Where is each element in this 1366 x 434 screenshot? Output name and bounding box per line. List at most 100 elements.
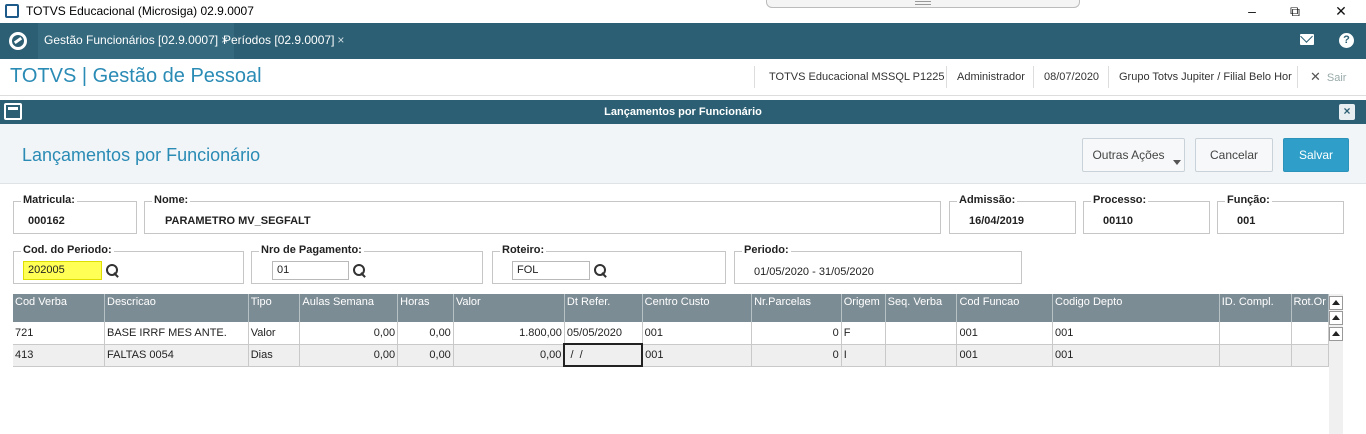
funcao-value: 001 [1237,215,1256,227]
close-window-button[interactable]: ✕ [1331,2,1351,20]
grid-cell[interactable]: I [841,344,886,367]
grid-cell[interactable]: 001 [642,322,753,345]
grid-cell[interactable]: 0,00 [397,322,454,345]
column-header[interactable]: Horas [397,294,454,322]
column-header[interactable]: Dt Refer. [564,294,643,322]
grid-cell[interactable]: F [841,322,886,345]
admissao-value: 16/04/2019 [969,215,1025,227]
grid-cell[interactable]: 0,00 [299,322,399,345]
column-header[interactable]: Rot.Or [1291,294,1329,322]
grid-cell[interactable] [1291,322,1329,345]
scroll-up-icon[interactable] [1329,327,1343,341]
exit-label: Sair [1326,72,1347,84]
scroll-top-icon[interactable] [1329,296,1343,310]
mail-icon[interactable] [1300,34,1314,45]
grid-vertical-scrollbar[interactable] [1329,294,1343,434]
column-header[interactable]: ID. Compl. [1219,294,1292,322]
app-icon [5,4,19,18]
totvs-logo-icon[interactable] [9,32,27,50]
column-header[interactable]: Tipo [248,294,301,322]
column-header[interactable]: Cod Verba [13,294,105,322]
grid-cell[interactable]: Valor [248,322,301,345]
grid-cell-selected[interactable]: / / [563,343,644,367]
lancamentos-grid: Cod Verba Descricao Tipo Aulas Semana Ho… [13,294,1329,434]
search-icon[interactable] [594,264,608,278]
periodo-label: Periodo: [742,244,791,256]
column-header[interactable]: Aulas Semana [299,294,399,322]
grid-cell[interactable]: 05/05/2020 [564,322,643,345]
snap-grip[interactable] [766,0,1080,8]
dialog-window-icon [4,103,22,120]
funcao-label: Função: [1225,194,1272,206]
table-row[interactable]: 721 BASE IRRF MES ANTE. Valor 0,00 0,00 … [13,322,1329,345]
company-label: Grupo Totvs Jupiter / Filial Belo Hor [1119,71,1292,83]
grid-cell[interactable]: 001 [642,344,753,367]
grid-cell[interactable] [1219,344,1292,367]
grid-cell[interactable]: 001 [956,322,1054,345]
grid-cell[interactable] [885,322,958,345]
nome-label: Nome: [152,194,191,206]
app-brand: TOTVS | Gestão de Pessoal [10,65,262,87]
scroll-page-up-icon[interactable] [1329,311,1343,325]
search-icon[interactable] [353,264,367,278]
column-header[interactable]: Centro Custo [642,294,753,322]
cancel-button[interactable]: Cancelar [1195,138,1273,172]
help-icon[interactable]: ? [1339,33,1354,48]
column-header[interactable]: Cod Funcao [956,294,1054,322]
grid-cell[interactable]: 0 [751,344,842,367]
column-header[interactable]: Codigo Depto [1052,294,1220,322]
restore-button[interactable]: ⧉ [1285,2,1305,20]
grid-cell[interactable]: 721 [13,322,105,345]
grid-cell[interactable] [885,344,958,367]
app-tabbar: Gestão Funcionários [02.9.0007] × Período… [0,23,1366,59]
grid-cell[interactable]: 001 [956,344,1054,367]
grid-cell[interactable]: 0 [751,322,842,345]
dialog-titlebar: Lançamentos por Funcionário × [0,100,1366,124]
grid-cell[interactable]: FALTAS 0054 [104,344,249,367]
grid-cell[interactable]: 001 [1052,322,1220,345]
cod-periodo-field: Cod. do Periodo: 202005 [13,244,244,284]
more-actions-label: Outras Ações [1092,148,1165,162]
matricula-field: Matricula: 000162 [13,194,137,234]
tab-gestao-funcionarios[interactable]: Gestão Funcionários [02.9.0007] × [38,23,235,59]
admissao-label: Admissão: [957,194,1018,206]
grid-header-row: Cod Verba Descricao Tipo Aulas Semana Ho… [13,294,1329,322]
column-header[interactable]: Valor [453,294,565,322]
grid-cell[interactable]: 001 [1052,344,1220,367]
minimize-button[interactable]: – [1242,2,1262,20]
grid-cell[interactable]: 413 [13,344,105,367]
more-actions-button[interactable]: Outras Ações [1082,138,1185,172]
nro-pagamento-input[interactable]: 01 [272,261,349,280]
table-row[interactable]: 413 FALTAS 0054 Dias 0,00 0,00 0,00 / / … [13,343,1329,367]
column-header[interactable]: Nr.Parcelas [751,294,842,322]
user-label: Administrador [957,71,1025,83]
column-header[interactable]: Origem [841,294,886,322]
grid-cell[interactable]: Dias [248,344,301,367]
grid-cell[interactable] [1219,322,1292,345]
grid-cell[interactable]: 0,00 [453,344,565,367]
nome-field: Nome: PARAMETRO MV_SEGFALT [144,194,941,234]
grid-cell[interactable] [1291,344,1329,367]
grid-cell[interactable]: 0,00 [397,344,454,367]
periodo-field: Periodo: 01/05/2020 - 31/05/2020 [734,244,1022,284]
cod-periodo-input[interactable]: 202005 [23,261,102,280]
roteiro-field: Roteiro: FOL [492,244,726,284]
date-label: 08/07/2020 [1044,71,1100,83]
exit-button[interactable]: ✕ Sair [1310,59,1346,95]
search-icon[interactable] [106,264,120,278]
tab-label: Gestão Funcionários [02.9.0007] [44,33,219,47]
save-button[interactable]: Salvar [1283,138,1349,172]
tab-close-icon[interactable]: × [337,33,344,47]
column-header[interactable]: Descricao [104,294,249,322]
matricula-label: Matricula: [21,194,77,206]
window-titlebar: TOTVS Educacional (Microsiga) 02.9.0007 … [0,0,1366,23]
dialog-close-button[interactable]: × [1339,104,1355,120]
roteiro-input[interactable]: FOL [512,261,590,280]
grid-cell[interactable]: 1.800,00 [453,322,565,345]
column-header[interactable]: Seq. Verba [885,294,958,322]
tab-periodos[interactable]: Períodos [02.9.0007] × [217,23,350,59]
tab-label: Períodos [02.9.0007] [223,33,335,47]
grid-cell[interactable]: 0,00 [299,344,399,367]
nro-pagamento-label: Nro de Pagamento: [259,244,364,256]
grid-cell[interactable]: BASE IRRF MES ANTE. [104,322,249,345]
